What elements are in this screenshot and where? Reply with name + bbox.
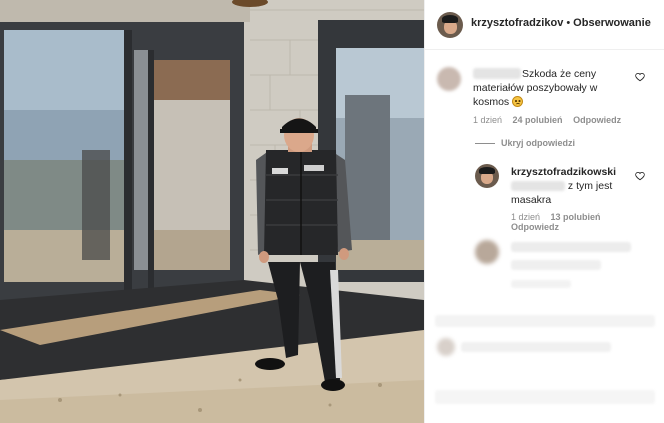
comment-text-line1: Szkoda że ceny [522,68,597,80]
reply-username[interactable]: krzysztofradzikowski [511,166,616,178]
like-comment-heart-icon[interactable] [635,72,645,82]
post-photo[interactable] [0,0,424,423]
commenter-avatar[interactable] [437,67,461,91]
like-reply-heart-icon[interactable] [635,171,645,181]
reply-author-avatar[interactable] [475,164,499,188]
comment-likes[interactable]: 24 polubień [513,115,563,125]
following-button[interactable]: Obserwowanie [573,17,651,29]
header-separator: • [566,17,571,29]
redacted-avatar [437,338,455,356]
author-username[interactable]: krzysztofradzikov [471,17,563,29]
reply-text-line2: masakra [511,194,552,206]
redacted-line [511,280,571,288]
post-image [0,0,424,423]
hide-replies-label: Ukryj odpowiedzi [501,138,576,148]
author-line: krzysztofradzikov • Obserwowanie [471,17,651,29]
reply-time: 1 dzień [511,212,541,222]
redacted-line [511,260,601,270]
reply-meta: 1 dzień 13 polubień [511,212,601,222]
toggle-divider [475,143,495,145]
redacted-line [435,390,655,404]
redacted-line [511,242,631,252]
comment-text: Szkoda że ceny materiałów poszybowały w … [473,67,643,109]
redacted-avatar [475,240,499,264]
comment-meta: 1 dzień 24 polubień Odpowiedz [473,115,621,125]
comments-panel: krzysztofradzikov • Obserwowanie Szkoda że… [424,0,664,423]
comment-text-line3: kosmos [473,96,510,108]
author-avatar[interactable] [437,12,463,38]
comment-reply-button[interactable]: Odpowiedz [573,115,621,125]
reply-text: krzysztofradzikowski z tym jest masakra [511,165,641,207]
reply-text-tail: z tym jest [567,180,613,192]
redacted-line [461,342,611,352]
post-header: krzysztofradzikov • Obserwowanie [425,0,664,50]
reply-likes[interactable]: 13 polubień [551,212,601,222]
sad-face-emoji-icon [512,96,524,107]
comment-text-line2: materiałów poszybowały w [473,82,598,94]
redacted-line [435,315,655,327]
avatar-cap [479,166,495,175]
hide-replies-toggle[interactable]: Ukryj odpowiedzi [475,138,575,148]
mention-redacted [511,181,565,192]
comment-time: 1 dzień [473,115,503,125]
redacted-comments-area [425,230,664,423]
avatar-cap [441,15,459,23]
